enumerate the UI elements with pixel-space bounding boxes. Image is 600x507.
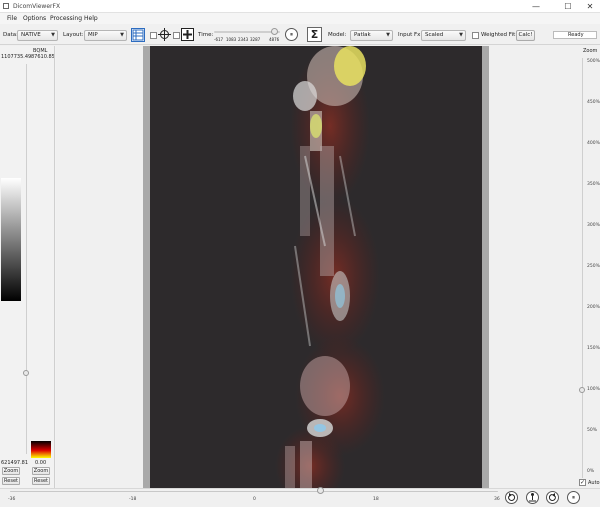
input-fx-select-value: Scaled [425,32,444,38]
roi-toggle-checkbox[interactable] [173,32,180,39]
menu-processing[interactable]: Processing [50,15,82,22]
chevron-down-icon: ▼ [51,32,55,38]
zoom-button-gray[interactable]: Zoom [2,467,20,475]
maximize-button[interactable]: ☐ [559,1,577,12]
zoom-tick: 100% [587,387,600,392]
crosshair-toggle-checkbox[interactable] [150,32,157,39]
window-slider-thumb[interactable] [23,370,29,376]
figure-icon [529,493,536,502]
zoom-tick: 50% [587,428,598,433]
zoom-label: Zoom [583,48,598,54]
reset-button-gray[interactable]: Reset [2,477,20,485]
time-tick: 3287 [250,37,261,42]
weighted-fit-checkbox[interactable] [472,32,479,39]
model-select-value: Patlak [354,32,371,38]
left-panel: 1107735.49 BQML 87610.85 621497.81 0.00 … [0,46,56,488]
zoom-tick: 200% [587,305,600,310]
toolbar: Data: NATIVE ▼ Layout: MIP ▼ Time: -617 … [0,25,600,45]
time-slider-thumb[interactable] [271,28,278,35]
pet-ct-mip-image[interactable] [150,46,482,488]
chevron-down-icon: ▼ [386,32,390,38]
pause-button[interactable]: ⏸ [285,28,298,41]
rotation-tick: 0 [253,497,256,502]
time-tick: 4876 [269,37,280,42]
zoom-tick: 300% [587,223,600,228]
rotation-slider-track[interactable] [10,491,498,492]
rotation-tick: 18 [373,497,379,502]
reset-button-hot[interactable]: Reset [32,477,50,485]
model-select[interactable]: Patlak ▼ [350,30,393,41]
rotate-left-button[interactable] [505,491,518,504]
time-tick: 2343 [238,37,249,42]
rotate-ccw-icon [508,493,516,501]
grid-view-icon[interactable] [131,28,145,42]
status-progress: Ready [553,31,597,39]
input-fx-label: Input Fx [398,32,421,38]
zoom-slider-thumb[interactable] [579,387,585,393]
menu-help[interactable]: Help [84,15,98,22]
min-value: 621497.81 [1,460,29,466]
menu-bar: File Options Processing Help [0,13,600,24]
zoom-tick: 500% [587,59,600,64]
time-tick: -617 [214,37,224,42]
auto-zoom-checkbox[interactable]: ✓ [579,479,586,486]
chevron-down-icon: ▼ [459,32,463,38]
right-panel: Zoom 500% 450% 400% 350% 300% 250% 200% … [489,46,600,488]
zoom-slider-track[interactable] [582,58,583,478]
weighted-fit-label: Weighted Fit [481,32,516,38]
bottom-bar: -36 -18 0 18 36 ⏸ [0,487,600,507]
crosshair-icon[interactable] [158,28,171,41]
layout-select-value: MIP [88,32,98,38]
window-slider-track[interactable] [26,64,27,454]
data-label: Data: [3,32,18,38]
status-text: Ready [568,32,584,38]
pause-rotation-button[interactable]: ⏸ [567,491,580,504]
hot-min-value: 0.00 [35,460,47,466]
chevron-down-icon: ▼ [120,32,124,38]
panel-divider [54,46,55,488]
add-roi-icon[interactable] [181,28,194,41]
max-value: 1107735.49 [1,54,32,60]
menu-file[interactable]: File [7,15,17,22]
rotate-cw-icon [548,493,556,501]
rotation-tick: -36 [8,497,16,502]
calc-button[interactable]: Calc! [516,30,535,41]
rotation-slider-thumb[interactable] [317,487,324,494]
model-label: Model: [328,32,347,38]
zoom-tick: 450% [587,100,600,105]
time-tick: 1083 [226,37,237,42]
data-select[interactable]: NATIVE ▼ [17,30,58,41]
zoom-tick: 250% [587,264,600,269]
sigma-button[interactable]: Σ [307,27,322,42]
auto-label: Auto [588,480,600,486]
hot-colorbar [31,441,51,458]
rotation-tick: -18 [129,497,137,502]
zoom-button-hot[interactable]: Zoom [32,467,50,475]
window-title: DicomViewerFX [13,3,61,10]
layout-select[interactable]: MIP ▼ [84,30,127,41]
grayscale-colorbar [1,178,21,301]
app-icon [3,3,9,9]
minimize-button[interactable]: — [527,1,545,12]
rotate-right-button[interactable] [546,491,559,504]
menu-options[interactable]: Options [23,15,46,22]
zoom-tick: 400% [587,141,600,146]
close-button[interactable]: ✕ [581,1,599,12]
time-label: Time: [198,32,214,38]
data-select-value: NATIVE [21,32,41,38]
rotation-tick: 36 [494,497,500,502]
zoom-tick: 0% [587,469,595,474]
reset-rotation-button[interactable] [526,491,539,504]
unit-value: 87610.85 [31,54,55,60]
layout-label: Layout: [63,32,84,38]
zoom-tick: 150% [587,346,600,351]
title-bar: DicomViewerFX — ☐ ✕ [0,0,600,13]
zoom-tick: 350% [587,182,600,187]
input-fx-select[interactable]: Scaled ▼ [421,30,466,41]
